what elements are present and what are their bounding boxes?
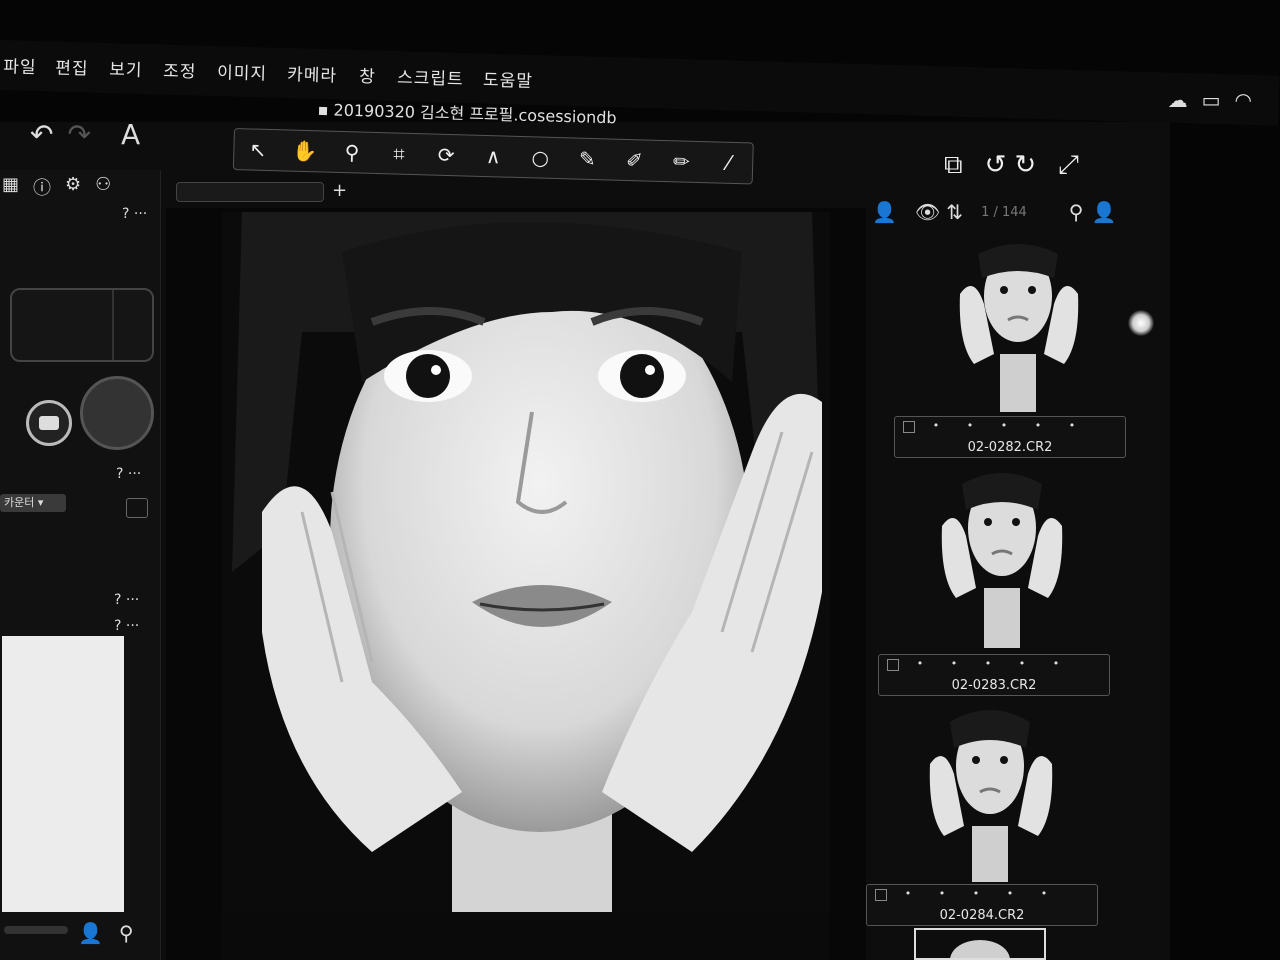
help-icon-3[interactable]: ? ··· — [114, 592, 139, 608]
user-icon[interactable]: 👤 — [78, 921, 103, 945]
wifi-icon[interactable]: ◠ — [1235, 88, 1252, 112]
gradient-icon[interactable]: ⁄ — [708, 150, 749, 175]
image-counter: 1 / 144 — [981, 204, 1027, 220]
browser-user-icon[interactable]: 👤 — [1091, 200, 1116, 224]
select-icon[interactable]: ↖ — [238, 137, 279, 162]
thumbnail-3[interactable] — [924, 696, 1058, 882]
thumbnail-1-rating[interactable]: • • • • • — [895, 419, 1125, 432]
eye-icon[interactable]: 👁 — [915, 200, 940, 224]
straighten-icon[interactable]: ∧ — [473, 144, 514, 169]
thumbnail-2-image — [936, 462, 1068, 648]
person-icon[interactable]: 👤 — [872, 200, 897, 224]
picker-icon[interactable]: ✎ — [567, 146, 608, 171]
rotate-right-icon[interactable]: ↻ — [1014, 150, 1036, 181]
thumbnail-2[interactable] — [936, 462, 1068, 648]
counter-options-button[interactable] — [126, 498, 148, 518]
undo-redo-group: ↶ ↷ A — [30, 118, 140, 151]
thumbnail-3-rating[interactable]: • • • • • — [867, 887, 1097, 900]
menu-view[interactable]: 보기 — [109, 55, 143, 81]
undo-icon[interactable]: ↶ — [30, 118, 53, 151]
adjust-tab-icon[interactable]: ⚇ — [95, 174, 111, 200]
sort-icon[interactable]: ⇅ — [946, 200, 963, 224]
add-view-icon[interactable]: + — [332, 180, 347, 201]
stack-icon[interactable]: ⧉ — [944, 150, 963, 181]
video-record-button[interactable] — [26, 400, 72, 446]
screen-glare — [1128, 310, 1154, 336]
thumbnail-1[interactable] — [954, 234, 1084, 412]
info-tab-icon[interactable]: ⓘ — [33, 174, 51, 200]
eraser-icon[interactable]: ✏ — [661, 149, 702, 174]
rotate-icon[interactable]: ⟳ — [426, 142, 467, 167]
menu-bar: 파일 편집 보기 조정 이미지 카메라 창 스크립트 도움말 — [0, 40, 1280, 126]
thumbnail-3-image — [924, 696, 1058, 882]
creative-cloud-icon[interactable]: ☁ — [1168, 88, 1188, 112]
video-icon — [39, 416, 59, 430]
crop-icon[interactable]: ⌗ — [379, 141, 420, 166]
text-tool-button[interactable]: A — [121, 118, 140, 151]
pan-icon[interactable]: ✋ — [285, 138, 326, 164]
tool-tabs: ▦ ⓘ ⚙ ⚇ — [2, 174, 111, 200]
panel-slider[interactable] — [4, 926, 68, 934]
thumbnail-1-image — [954, 234, 1084, 412]
menu-edit[interactable]: 편집 — [55, 54, 89, 80]
capture-button[interactable] — [80, 376, 154, 450]
menu-adjust[interactable]: 조정 — [163, 57, 197, 83]
brush-icon[interactable]: ✐ — [614, 148, 655, 173]
browser-search-icon[interactable]: ⚲ — [1069, 200, 1084, 224]
rotate-left-icon[interactable]: ↺ — [985, 150, 1007, 181]
help-icon-4[interactable]: ? ··· — [114, 618, 139, 634]
thumbnail-2-filename: 02-0283.CR2 — [951, 678, 1037, 693]
status-area: ☁ ▭ ◠ — [1168, 88, 1252, 112]
expand-icon[interactable]: ⤢ — [1058, 150, 1079, 181]
view-selector[interactable] — [176, 182, 324, 202]
menu-script[interactable]: 스크립트 — [397, 63, 464, 90]
library-tab-icon[interactable]: ▦ — [2, 174, 19, 200]
settings-tab-icon[interactable]: ⚙ — [65, 174, 81, 200]
thumbnail-1-filename: 02-0282.CR2 — [967, 440, 1053, 455]
spot-icon[interactable]: ○ — [520, 145, 561, 170]
zoom-icon[interactable]: ⚲ — [332, 140, 373, 165]
counter-dropdown[interactable]: 카운터 ▾ — [0, 494, 66, 512]
camera-preview — [10, 288, 154, 362]
menu-file[interactable]: 파일 — [3, 52, 37, 78]
histogram-panel — [2, 636, 124, 912]
help-icon-2[interactable]: ? ··· — [116, 466, 141, 482]
thumbnail-4-selected[interactable] — [914, 928, 1046, 960]
menu-image[interactable]: 이미지 — [217, 58, 268, 84]
document-icon: ▪ — [317, 99, 334, 120]
main-photo[interactable] — [222, 212, 830, 960]
redo-icon[interactable]: ↷ — [67, 118, 90, 151]
menu-window[interactable]: 창 — [359, 62, 376, 87]
thumbnail-2-label[interactable]: • • • • • 02-0283.CR2 — [878, 654, 1110, 696]
thumbnail-3-filename: 02-0284.CR2 — [939, 908, 1025, 923]
browser-header: 👤 👁 ⇅ 1 / 144 ⚲ 👤 — [872, 200, 1116, 224]
portrait-image — [222, 212, 830, 960]
thumbnail-2-rating[interactable]: • • • • • — [879, 657, 1109, 670]
display-icon[interactable]: ▭ — [1202, 88, 1221, 112]
menu-camera[interactable]: 카메라 — [287, 60, 338, 86]
thumbnail-1-label[interactable]: • • • • • 02-0282.CR2 — [894, 416, 1126, 458]
right-toolbar: ⧉ ↺ ↻ ⤢ — [944, 150, 1079, 181]
thumbnail-4-image — [916, 930, 1044, 958]
search-icon[interactable]: ⚲ — [119, 921, 134, 945]
panel-footer: 👤 ⚲ — [78, 918, 158, 948]
menu-help[interactable]: 도움말 — [483, 66, 534, 92]
thumbnail-3-label[interactable]: • • • • • 02-0284.CR2 — [866, 884, 1098, 926]
help-icon[interactable]: ? ··· — [122, 206, 147, 222]
